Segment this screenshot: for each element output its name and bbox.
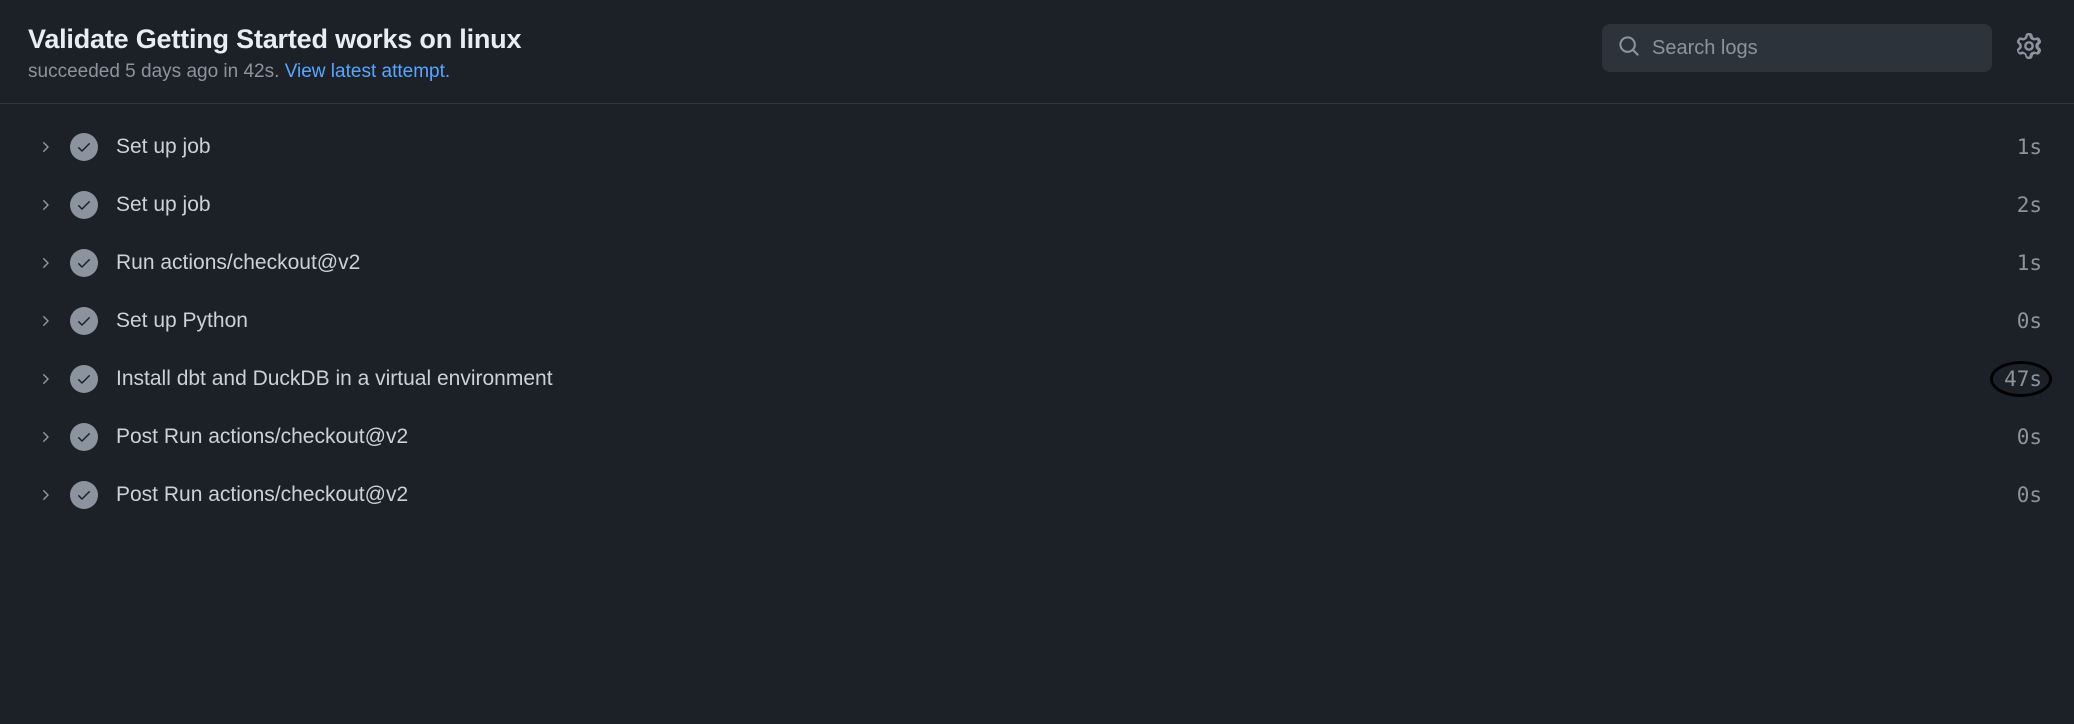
step-name: Set up Python	[116, 309, 2017, 333]
step-row[interactable]: Post Run actions/checkout@v20s	[28, 408, 2046, 466]
step-row[interactable]: Set up Python0s	[28, 292, 2046, 350]
check-circle-icon	[70, 423, 98, 451]
step-duration: 1s	[2017, 135, 2042, 159]
step-name: Post Run actions/checkout@v2	[116, 483, 2017, 507]
check-circle-icon	[70, 307, 98, 335]
step-duration: 47s	[2004, 367, 2042, 391]
check-circle-icon	[70, 365, 98, 393]
header-text-block: Validate Getting Started works on linux …	[28, 24, 1602, 83]
check-circle-icon	[70, 191, 98, 219]
step-row[interactable]: Run actions/checkout@v21s	[28, 234, 2046, 292]
job-title: Validate Getting Started works on linux	[28, 24, 1602, 55]
step-duration: 0s	[2017, 483, 2042, 507]
search-input[interactable]	[1652, 37, 1976, 60]
steps-list: Set up job1sSet up job2sRun actions/chec…	[0, 104, 2074, 538]
step-row[interactable]: Post Run actions/checkout@v20s	[28, 466, 2046, 524]
step-duration: 0s	[2017, 309, 2042, 333]
step-name: Set up job	[116, 193, 2017, 217]
step-name: Install dbt and DuckDB in a virtual envi…	[116, 367, 2004, 391]
view-latest-attempt-link[interactable]: View latest attempt.	[285, 61, 450, 82]
step-row[interactable]: Set up job1s	[28, 118, 2046, 176]
search-logs-box[interactable]	[1602, 24, 1992, 72]
job-header: Validate Getting Started works on linux …	[0, 0, 2074, 104]
chevron-right-icon	[32, 487, 58, 503]
chevron-right-icon	[32, 139, 58, 155]
chevron-right-icon	[32, 313, 58, 329]
step-name: Set up job	[116, 135, 2017, 159]
step-name: Run actions/checkout@v2	[116, 251, 2017, 275]
chevron-right-icon	[32, 197, 58, 213]
step-duration: 0s	[2017, 425, 2042, 449]
step-name: Post Run actions/checkout@v2	[116, 425, 2017, 449]
gear-icon	[2016, 33, 2042, 64]
check-circle-icon	[70, 133, 98, 161]
chevron-right-icon	[32, 371, 58, 387]
check-circle-icon	[70, 481, 98, 509]
check-circle-icon	[70, 249, 98, 277]
step-duration: 1s	[2017, 251, 2042, 275]
step-row[interactable]: Set up job2s	[28, 176, 2046, 234]
status-text: succeeded 5 days ago in 42s.	[28, 61, 285, 82]
step-row[interactable]: Install dbt and DuckDB in a virtual envi…	[28, 350, 2046, 408]
settings-button[interactable]	[2012, 29, 2046, 68]
chevron-right-icon	[32, 255, 58, 271]
header-controls	[1602, 24, 2046, 72]
step-duration: 2s	[2017, 193, 2042, 217]
search-icon	[1618, 35, 1652, 62]
chevron-right-icon	[32, 429, 58, 445]
job-subtitle: succeeded 5 days ago in 42s. View latest…	[28, 61, 1602, 83]
